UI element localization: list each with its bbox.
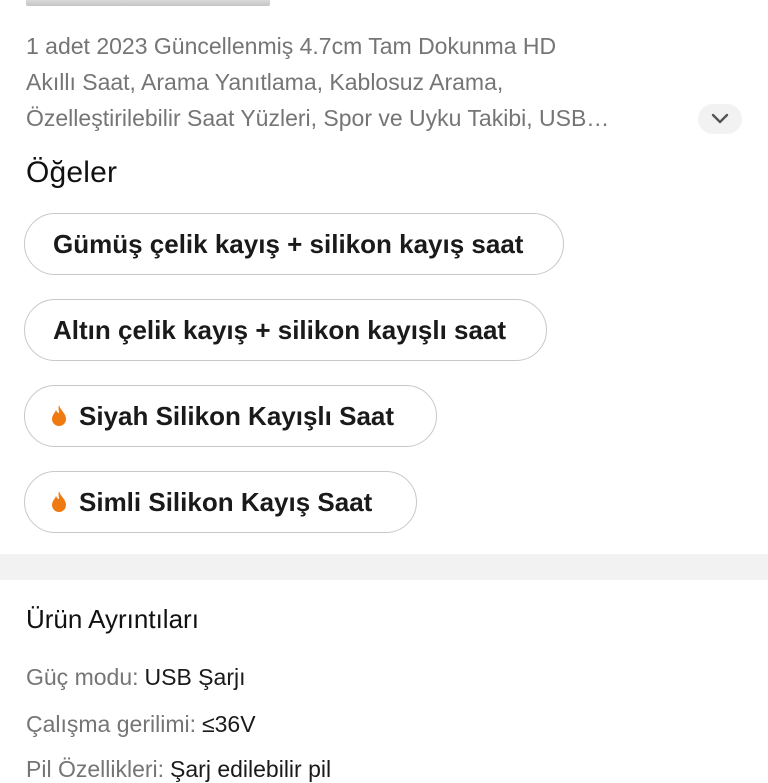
items-section-title: Öğeler (26, 156, 118, 189)
product-title-line: Özelleştirilebilir Saat Yüzleri, Spor ve… (26, 105, 610, 131)
detail-key: Çalışma gerilimi: (26, 711, 196, 737)
detail-key: Pil Özellikleri: (26, 756, 165, 782)
variant-option-label: Gümüş çelik kayış + silikon kayış saat (53, 228, 524, 259)
flame-icon (49, 490, 69, 514)
variant-option-gold-steel[interactable]: Altın çelik kayış + silikon kayışlı saat (24, 299, 547, 361)
detail-row-power-mode: Güç modu: USB Şarjı (26, 664, 245, 691)
chevron-down-icon (711, 113, 729, 125)
expand-title-button[interactable] (698, 104, 742, 134)
detail-value: ≤36V (201, 711, 256, 737)
detail-value: Şarj edilebilir pil (170, 756, 332, 782)
variant-option-silver-steel[interactable]: Gümüş çelik kayış + silikon kayış saat (24, 213, 564, 275)
detail-key: Güç modu: (26, 664, 139, 690)
variant-option-label: Siyah Silikon Kayışlı Saat (79, 400, 395, 431)
product-title-line: 1 adet 2023 Güncellenmiş 4.7cm Tam Dokun… (26, 33, 557, 59)
variant-option-label: Simli Silikon Kayış Saat (79, 486, 373, 517)
flame-icon (49, 404, 69, 428)
detail-value: USB Şarjı (144, 664, 246, 690)
detail-row-battery: Pil Özellikleri: Şarj edilebilir pil (26, 756, 331, 783)
variant-option-glitter-silicone[interactable]: Simli Silikon Kayış Saat (24, 471, 417, 533)
section-divider (0, 554, 768, 580)
product-details-title: Ürün Ayrıntıları (26, 604, 199, 634)
product-image-bottom-edge[interactable] (26, 0, 270, 6)
product-title: 1 adet 2023 Güncellenmiş 4.7cm Tam Dokun… (26, 28, 696, 136)
variant-option-black-silicone[interactable]: Siyah Silikon Kayışlı Saat (24, 385, 437, 447)
variant-option-label: Altın çelik kayış + silikon kayışlı saat (53, 314, 507, 345)
product-title-line: Akıllı Saat, Arama Yanıtlama, Kablosuz A… (26, 69, 504, 95)
detail-row-voltage: Çalışma gerilimi: ≤36V (26, 711, 256, 738)
